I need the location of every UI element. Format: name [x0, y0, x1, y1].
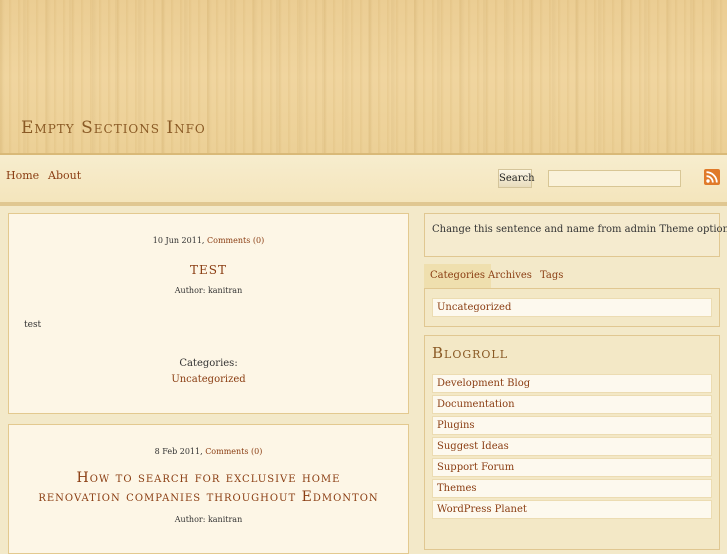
- category-link[interactable]: Uncategorized: [9, 374, 408, 385]
- blogroll-link[interactable]: WordPress Planet: [432, 500, 712, 519]
- tab-categories[interactable]: Categories: [424, 264, 491, 288]
- tab-tags[interactable]: Tags: [540, 264, 563, 288]
- search-button[interactable]: Search: [498, 169, 535, 188]
- site-header: Empty Sections Info: [0, 0, 727, 155]
- post-date: 10 Jun 2011,: [152, 236, 205, 245]
- comments-link[interactable]: Comments (0): [207, 236, 264, 245]
- post-meta: 10 Jun 2011, Comments (0): [9, 236, 408, 245]
- blogroll-widget: Blogroll Development Blog Documentation …: [424, 335, 720, 550]
- blogroll-link[interactable]: Documentation: [432, 395, 712, 414]
- post-title-line: renovation companies throughout Edmonton: [38, 489, 379, 505]
- blogroll-link[interactable]: Themes: [432, 479, 712, 498]
- categories-label: Categories:: [179, 358, 238, 369]
- tab-panel: Uncategorized: [424, 288, 720, 327]
- post-card: 10 Jun 2011, Comments (0) TEST Author: k…: [8, 213, 409, 414]
- post-card: 8 Feb 2011, Comments (0) How to search f…: [8, 424, 409, 554]
- post-meta: 8 Feb 2011, Comments (0): [9, 447, 408, 456]
- post-body: test: [24, 320, 42, 330]
- blogroll-title: Blogroll: [432, 344, 509, 362]
- comments-link[interactable]: Comments (0): [205, 447, 262, 456]
- blogroll-link[interactable]: Development Blog: [432, 374, 712, 393]
- blogroll-link[interactable]: Suggest Ideas: [432, 437, 712, 456]
- blogroll-link[interactable]: Support Forum: [432, 458, 712, 477]
- search-input[interactable]: [548, 170, 681, 187]
- post-author: Author: kanitran: [174, 515, 243, 524]
- post-title[interactable]: TEST: [9, 263, 408, 277]
- theme-notice: Change this sentence and name from admin…: [424, 213, 727, 257]
- tab-archives[interactable]: Archives: [488, 264, 532, 288]
- post-author: Author: kanitran: [174, 286, 243, 295]
- post-date: 8 Feb 2011,: [154, 447, 203, 456]
- post-title[interactable]: How to search for exclusive home renovat…: [9, 469, 408, 507]
- category-item[interactable]: Uncategorized: [432, 298, 712, 317]
- site-title[interactable]: Empty Sections Info: [21, 118, 206, 138]
- rss-icon[interactable]: [704, 169, 720, 185]
- nav-home-link[interactable]: Home: [6, 169, 39, 182]
- post-title-line: How to search for exclusive home: [76, 470, 341, 486]
- nav-about-link[interactable]: About: [48, 169, 81, 182]
- blogroll-link[interactable]: Plugins: [432, 416, 712, 435]
